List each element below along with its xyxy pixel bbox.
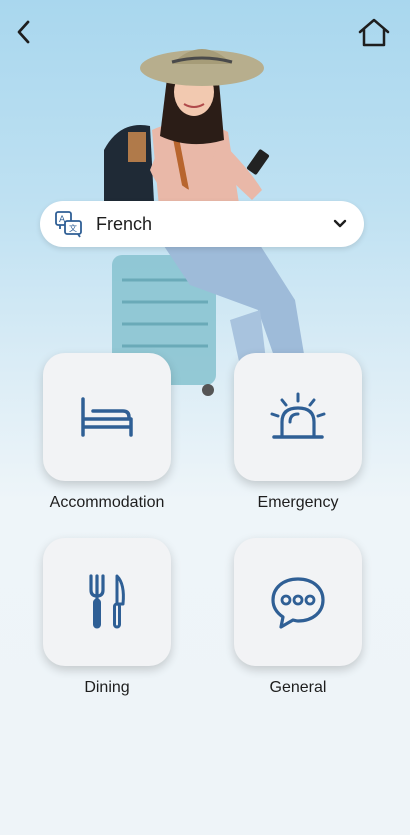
chevron-left-icon [17, 20, 30, 44]
category-tile-accommodation[interactable] [43, 353, 171, 481]
siren-icon [270, 392, 326, 439]
svg-text:文: 文 [69, 223, 77, 233]
bed-icon [81, 397, 133, 437]
chevron-down-icon [333, 219, 347, 228]
category-label-accommodation: Accommodation [49, 494, 165, 511]
back-button[interactable] [6, 14, 42, 50]
language-value: French [96, 213, 153, 234]
home-icon [358, 18, 390, 47]
category-tile-emergency[interactable] [234, 353, 362, 481]
chat-bubble-icon [271, 577, 325, 629]
language-selector[interactable]: A 文 French [40, 201, 364, 247]
fork-knife-icon [89, 574, 125, 629]
home-button[interactable] [356, 14, 392, 50]
svg-text:A: A [59, 215, 66, 225]
category-label-dining: Dining [84, 679, 130, 696]
category-label-general: General [269, 679, 327, 696]
category-tile-dining[interactable] [43, 538, 171, 666]
category-label-emergency: Emergency [257, 494, 339, 511]
category-tile-general[interactable] [234, 538, 362, 666]
translate-icon: A 文 [55, 211, 82, 238]
